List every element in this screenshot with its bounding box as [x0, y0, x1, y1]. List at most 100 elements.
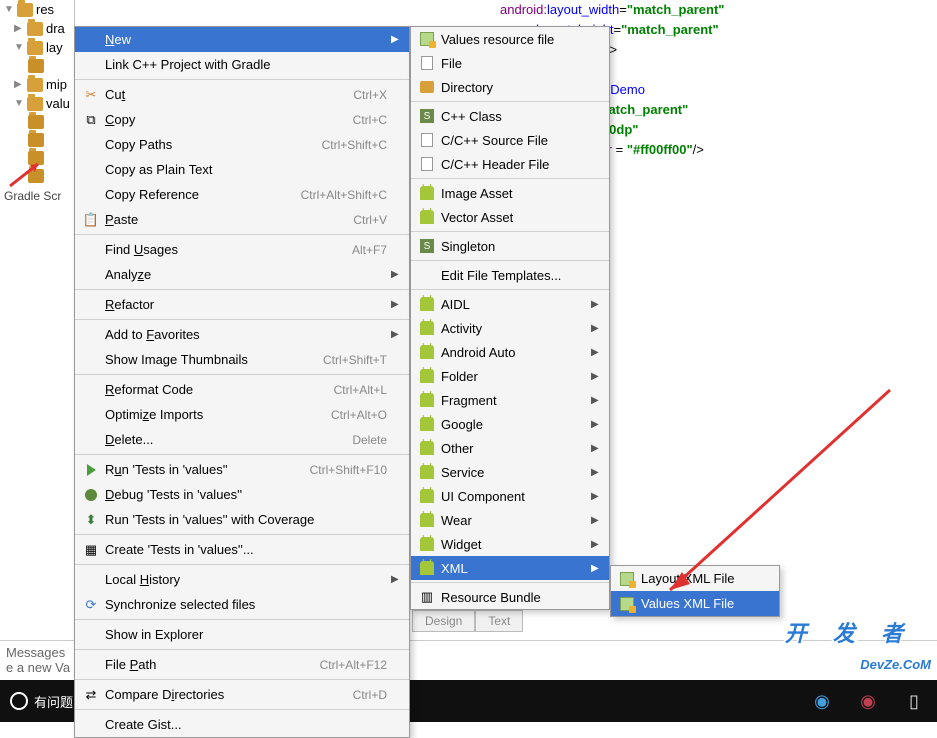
- menu-item-run-tests-in-values[interactable]: Run 'Tests in 'values''Ctrl+Shift+F10: [75, 457, 409, 482]
- menu-separator: [411, 101, 609, 102]
- tree-item[interactable]: [0, 57, 74, 75]
- new-item-directory[interactable]: Directory: [411, 75, 609, 99]
- menu-item-compare-directories[interactable]: ⇄Compare DirectoriesCtrl+D: [75, 682, 409, 707]
- menu-item-analyze[interactable]: Analyze▶: [75, 262, 409, 287]
- menu-shortcut: Ctrl+Alt+F12: [320, 658, 391, 672]
- new-submenu: Values resource fileFileDirectorySC++ Cl…: [410, 26, 610, 610]
- tree-item[interactable]: [0, 131, 74, 149]
- new-item-edit-file-templates[interactable]: Edit File Templates...: [411, 263, 609, 287]
- new-item-folder[interactable]: Folder▶: [411, 364, 609, 388]
- xml-file-icon: [617, 572, 637, 586]
- menu-separator: [75, 649, 409, 650]
- file-icon: [28, 115, 44, 129]
- menu-item-paste[interactable]: 📋PasteCtrl+V: [75, 207, 409, 232]
- tree-item-layout[interactable]: ▼lay: [0, 38, 74, 57]
- cut-icon: ✂: [81, 87, 101, 103]
- new-item-resource-bundle[interactable]: ▥Resource Bundle: [411, 585, 609, 609]
- menu-item-run-tests-in-values-with-coverage[interactable]: ⬍Run 'Tests in 'values'' with Coverage: [75, 507, 409, 532]
- gradle-scripts-label[interactable]: Gradle Scr: [0, 185, 74, 207]
- menu-item-delete[interactable]: Delete...Delete: [75, 427, 409, 452]
- android-icon: [417, 537, 437, 551]
- new-item-other[interactable]: Other▶: [411, 436, 609, 460]
- new-item-image-asset[interactable]: Image Asset: [411, 181, 609, 205]
- menu-item-synchronize-selected-files[interactable]: ⟳Synchronize selected files: [75, 592, 409, 617]
- xml-item-layout-xml-file[interactable]: Layout XML File: [611, 566, 779, 591]
- menu-separator: [411, 289, 609, 290]
- tree-item-values[interactable]: ▼valu: [0, 94, 74, 113]
- menu-item-debug-tests-in-values[interactable]: Debug 'Tests in 'values'': [75, 482, 409, 507]
- project-tree: ▼res ▶dra ▼lay ▶mip ▼valu Gradle Scr: [0, 0, 75, 640]
- android-icon: [417, 369, 437, 383]
- menu-label: Other: [437, 441, 591, 456]
- new-item-file[interactable]: File: [411, 51, 609, 75]
- menu-label: Debug 'Tests in 'values'': [101, 487, 391, 502]
- tab-design[interactable]: Design: [412, 610, 475, 632]
- menu-label: Local History: [101, 572, 391, 587]
- new-item-widget[interactable]: Widget▶: [411, 532, 609, 556]
- menu-item-create-gist[interactable]: Create Gist...: [75, 712, 409, 737]
- new-item-service[interactable]: Service▶: [411, 460, 609, 484]
- menu-label: Layout XML File: [637, 571, 761, 586]
- new-item-c-c-source-file[interactable]: C/C++ Source File: [411, 128, 609, 152]
- new-item-activity[interactable]: Activity▶: [411, 316, 609, 340]
- new-item-android-auto[interactable]: Android Auto▶: [411, 340, 609, 364]
- menu-item-find-usages[interactable]: Find UsagesAlt+F7: [75, 237, 409, 262]
- tray-icon[interactable]: ▯: [891, 680, 937, 722]
- menu-label: Run 'Tests in 'values'' with Coverage: [101, 512, 391, 527]
- menu-item-show-in-explorer[interactable]: Show in Explorer: [75, 622, 409, 647]
- menu-item-cut[interactable]: ✂CutCtrl+X: [75, 82, 409, 107]
- menu-item-refactor[interactable]: Refactor▶: [75, 292, 409, 317]
- menu-item-link-c-project-with-gradle[interactable]: Link C++ Project with Gradle: [75, 52, 409, 77]
- menu-item-add-to-favorites[interactable]: Add to Favorites▶: [75, 322, 409, 347]
- xml-item-values-xml-file[interactable]: Values XML File: [611, 591, 779, 616]
- menu-item-copy-reference[interactable]: Copy ReferenceCtrl+Alt+Shift+C: [75, 182, 409, 207]
- menu-item-reformat-code[interactable]: Reformat CodeCtrl+Alt+L: [75, 377, 409, 402]
- tree-item-drawable[interactable]: ▶dra: [0, 19, 74, 38]
- menu-item-local-history[interactable]: Local History▶: [75, 567, 409, 592]
- new-item-xml[interactable]: XML▶: [411, 556, 609, 580]
- menu-label: Show Image Thumbnails: [101, 352, 323, 367]
- folder-icon: [417, 81, 437, 93]
- submenu-arrow-icon: ▶: [391, 269, 403, 280]
- new-item-wear[interactable]: Wear▶: [411, 508, 609, 532]
- new-item-google[interactable]: Google▶: [411, 412, 609, 436]
- folder-icon: [27, 78, 43, 92]
- menu-item-optimize-imports[interactable]: Optimize ImportsCtrl+Alt+O: [75, 402, 409, 427]
- menu-label: Show in Explorer: [101, 627, 391, 642]
- tab-text[interactable]: Text: [475, 610, 523, 632]
- menu-label: C++ Class: [437, 109, 591, 124]
- tree-item-mipmap[interactable]: ▶mip: [0, 75, 74, 94]
- menu-label: Edit File Templates...: [437, 268, 591, 283]
- menu-label: Folder: [437, 369, 591, 384]
- new-item-c-c-header-file[interactable]: C/C++ Header File: [411, 152, 609, 176]
- file-icon: [28, 169, 44, 183]
- menu-item-new[interactable]: New▶: [75, 27, 409, 52]
- cortana-search[interactable]: 有问题: [0, 692, 83, 711]
- menu-item-copy[interactable]: ⧉CopyCtrl+C: [75, 107, 409, 132]
- tray-icon[interactable]: ◉: [799, 680, 845, 722]
- menu-item-file-path[interactable]: File PathCtrl+Alt+F12: [75, 652, 409, 677]
- new-item-vector-asset[interactable]: Vector Asset: [411, 205, 609, 229]
- menu-item-copy-as-plain-text[interactable]: Copy as Plain Text: [75, 157, 409, 182]
- new-item-aidl[interactable]: AIDL▶: [411, 292, 609, 316]
- tree-item[interactable]: [0, 113, 74, 131]
- s-icon: S: [420, 239, 434, 253]
- tree-item-res[interactable]: ▼res: [0, 0, 74, 19]
- submenu-arrow-icon: ▶: [591, 539, 603, 550]
- file-icon: [417, 133, 437, 147]
- new-item-singleton[interactable]: SSingleton: [411, 234, 609, 258]
- new-item-c-class[interactable]: SC++ Class: [411, 104, 609, 128]
- new-item-values-resource-file[interactable]: Values resource file: [411, 27, 609, 51]
- menu-item-copy-paths[interactable]: Copy PathsCtrl+Shift+C: [75, 132, 409, 157]
- new-item-ui-component[interactable]: UI Component▶: [411, 484, 609, 508]
- tree-item[interactable]: [0, 167, 74, 185]
- menu-shortcut: Ctrl+X: [353, 88, 391, 102]
- menu-separator: [75, 374, 409, 375]
- tree-item[interactable]: [0, 149, 74, 167]
- new-item-fragment[interactable]: Fragment▶: [411, 388, 609, 412]
- menu-shortcut: Delete: [352, 433, 391, 447]
- tray-icon[interactable]: ◉: [845, 680, 891, 722]
- menu-item-show-image-thumbnails[interactable]: Show Image ThumbnailsCtrl+Shift+T: [75, 347, 409, 372]
- menu-item-create-tests-in-values[interactable]: ▦Create 'Tests in 'values''...: [75, 537, 409, 562]
- s-icon: S: [420, 109, 434, 123]
